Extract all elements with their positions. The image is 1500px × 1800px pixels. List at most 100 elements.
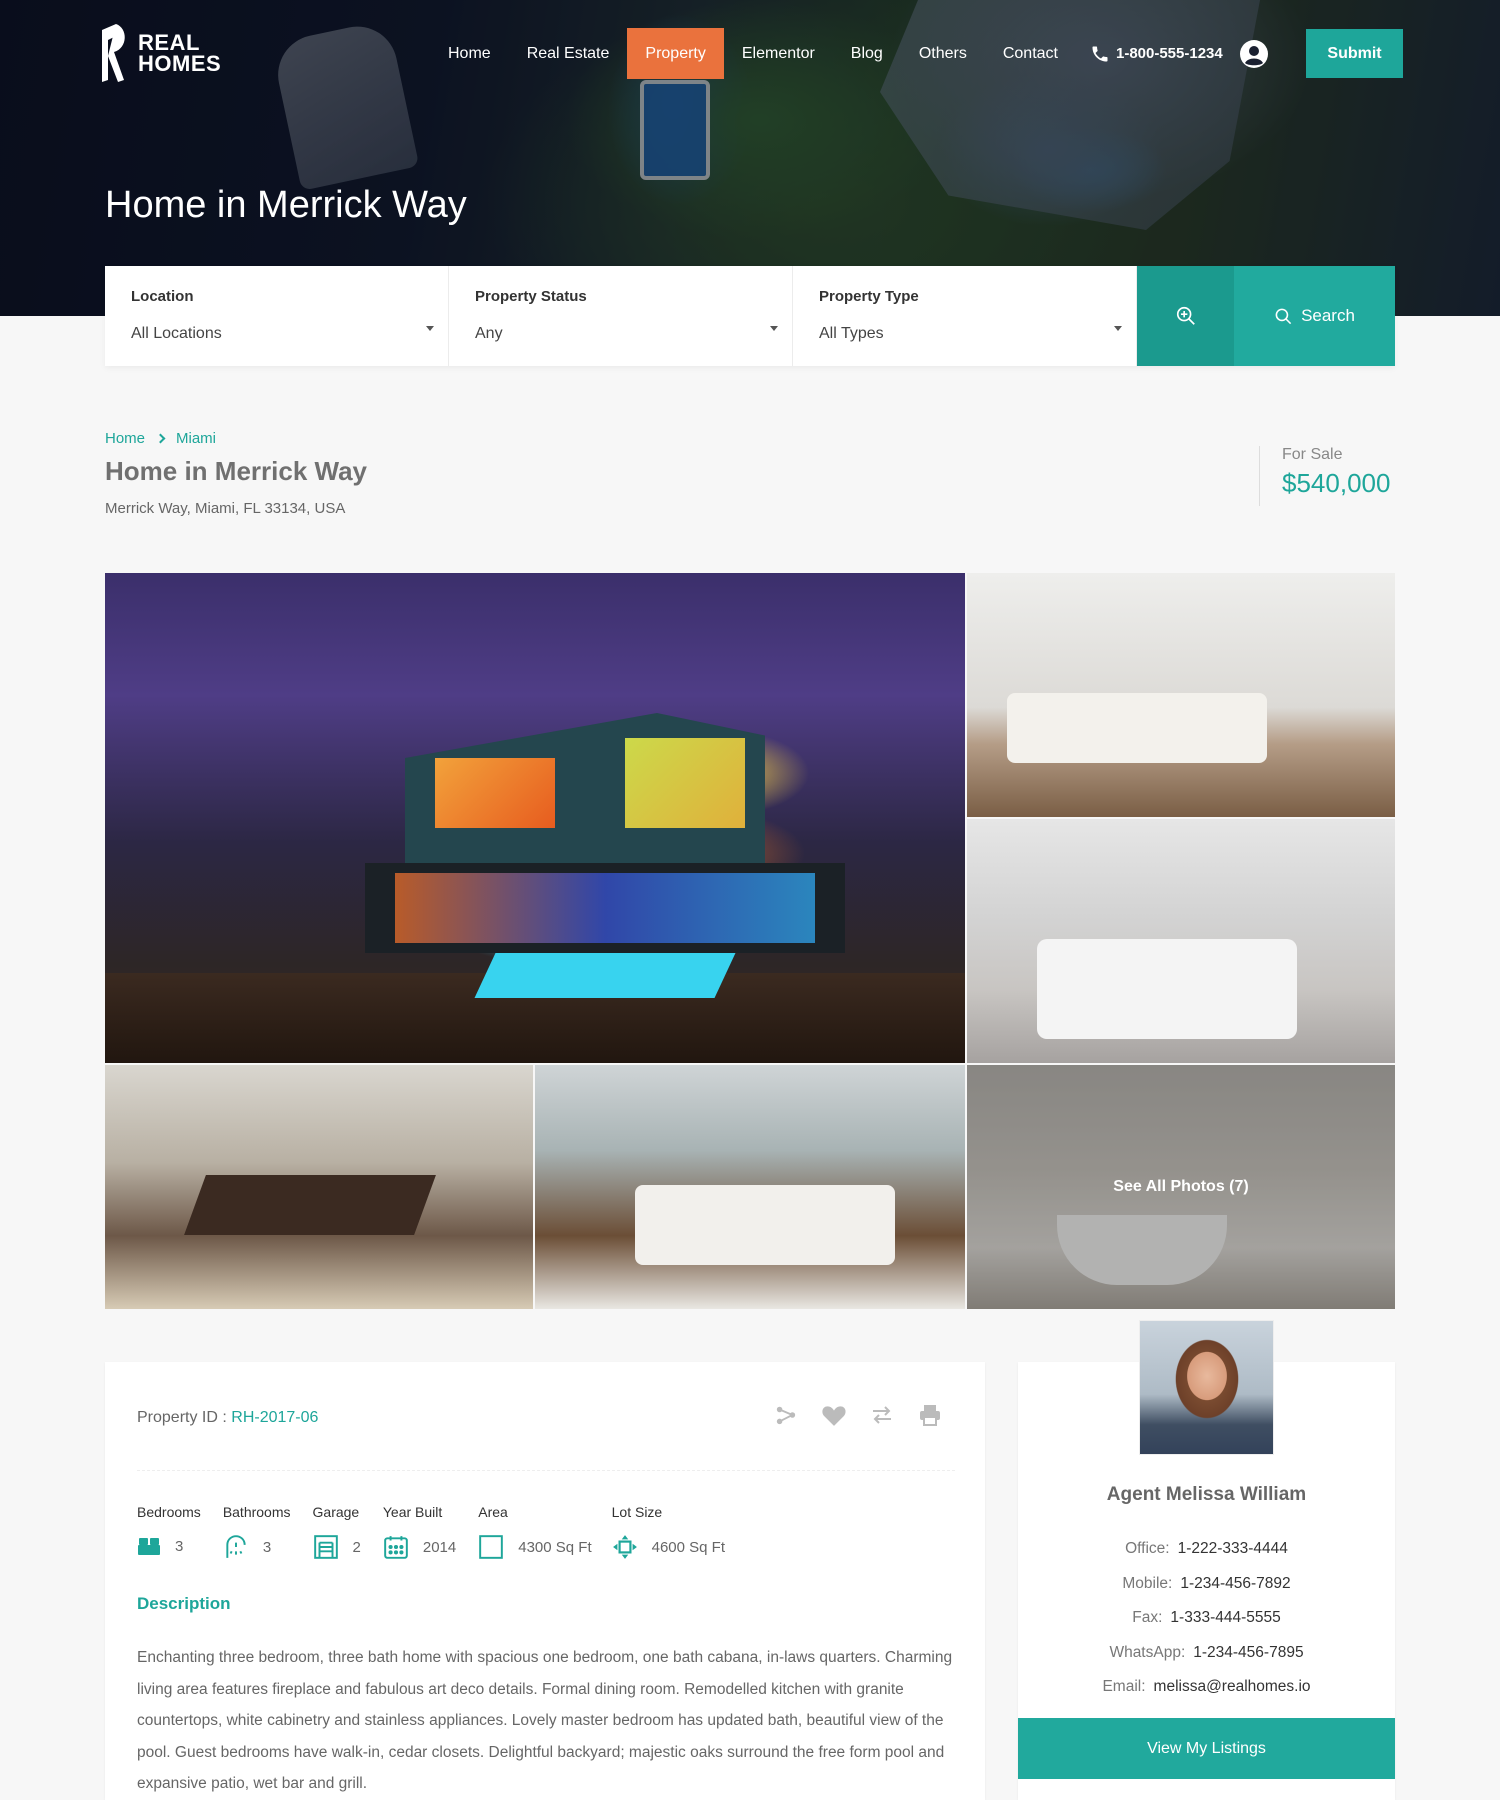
location-value: All Locations: [131, 325, 222, 342]
feature-bedrooms: Bedrooms 3: [137, 1504, 201, 1560]
feature-value: 4600 Sq Ft: [651, 1538, 726, 1556]
hero-title: Home in Merrick Way: [105, 184, 467, 226]
property-features: Bedrooms 3 Bathrooms 3 Garage 2 Year Bui…: [137, 1504, 747, 1560]
divider: [137, 1470, 955, 1471]
gallery-photo-dining[interactable]: [105, 1065, 533, 1309]
gallery-photo-guest-bedroom[interactable]: [535, 1065, 965, 1309]
garage-icon: [313, 1535, 338, 1559]
nav-others[interactable]: Others: [901, 28, 985, 79]
feature-value: 3: [262, 1538, 272, 1556]
agent-avatar[interactable]: [1139, 1320, 1274, 1455]
zoom-in-icon: [1176, 306, 1195, 325]
agent-whatsapp-label: WhatsApp:: [1109, 1643, 1186, 1661]
property-type-select[interactable]: Property Type All Types: [793, 266, 1137, 366]
feature-garage: Garage 2: [313, 1504, 361, 1560]
compare-icon: [873, 1406, 891, 1424]
feature-value: 2014: [422, 1538, 457, 1556]
gallery-photo-bathroom[interactable]: See All Photos (7): [967, 1065, 1395, 1309]
agent-mobile-label: Mobile:: [1122, 1574, 1173, 1592]
agent-name[interactable]: Agent Melissa William: [1018, 1484, 1395, 1506]
property-type-value: All Types: [819, 325, 884, 342]
area-icon: [479, 1535, 504, 1559]
chevron-down-icon: [1114, 326, 1122, 331]
location-select[interactable]: Location All Locations: [105, 266, 449, 366]
breadcrumb-miami[interactable]: Miami: [176, 430, 216, 447]
description-heading: Description: [137, 1594, 231, 1613]
print-icon: [920, 1405, 940, 1426]
property-details-card: Property ID : RH-2017-06 Bedrooms 3 Bath…: [105, 1362, 985, 1800]
feature-value: 3: [175, 1537, 184, 1555]
favorite-button[interactable]: [821, 1402, 847, 1428]
site-logo[interactable]: REAL HOMES: [98, 22, 221, 84]
property-type-label: Property Type: [819, 288, 919, 305]
submit-property-button[interactable]: Submit: [1306, 29, 1403, 78]
bed-shape: [635, 1185, 895, 1265]
property-status-select[interactable]: Property Status Any: [449, 266, 793, 366]
agent-email-address[interactable]: melissa@realhomes.io: [1154, 1678, 1311, 1695]
nav-elementor[interactable]: Elementor: [724, 28, 833, 79]
user-account-icon[interactable]: [1239, 39, 1269, 69]
property-status-badge: For Sale: [1282, 446, 1343, 463]
feature-label: Garage: [312, 1504, 360, 1520]
feature-label: Area: [478, 1504, 508, 1520]
gallery-photo-living-room[interactable]: [967, 573, 1395, 817]
chevron-right-icon: [155, 433, 166, 444]
description-text: Enchanting three bedroom, three bath hom…: [137, 1649, 953, 1792]
logo-line-2: HOMES: [138, 51, 222, 76]
search-button[interactable]: Search: [1234, 266, 1395, 366]
photo-gallery: See All Photos (7): [105, 573, 1395, 1309]
share-button[interactable]: [773, 1402, 799, 1428]
gallery-photo-exterior[interactable]: [105, 573, 965, 1063]
property-id-label: Property ID :: [137, 1409, 227, 1426]
agent-mobile-number[interactable]: 1-234-456-7892: [1180, 1575, 1290, 1592]
calendar-icon: [384, 1536, 408, 1559]
header-phone-number: 1-800-555-1234: [1115, 45, 1223, 62]
search-button-label: Search: [1301, 306, 1355, 325]
view-my-listings-button[interactable]: View My Listings: [1018, 1718, 1395, 1779]
property-address: Merrick Way, Miami, FL 33134, USA: [105, 500, 346, 517]
compare-button[interactable]: [869, 1402, 895, 1428]
feature-area: Area 4300 Sq Ft: [478, 1504, 592, 1560]
feature-label: Lot Size: [611, 1504, 663, 1520]
see-all-photos-link[interactable]: See All Photos (7): [967, 1065, 1395, 1309]
agent-fax: Fax: 1-333-444-5555: [1018, 1601, 1395, 1636]
property-title: Home in Merrick Way: [105, 456, 368, 486]
property-price: $540,000: [1282, 468, 1391, 498]
print-button[interactable]: [917, 1402, 943, 1428]
agent-office-label: Office:: [1125, 1540, 1170, 1557]
feature-lot-size: Lot Size 4600 Sq Ft: [612, 1504, 725, 1560]
nav-blog[interactable]: Blog: [833, 28, 901, 79]
phone-icon: [1092, 46, 1108, 61]
main-nav: Home Real Estate Property Elementor Blog…: [430, 28, 1269, 79]
nav-property[interactable]: Property: [627, 28, 724, 79]
property-id: Property ID : RH-2017-06: [137, 1409, 318, 1427]
agent-fax-label: Fax:: [1132, 1609, 1163, 1626]
property-id-value: RH-2017-06: [231, 1409, 319, 1426]
feature-label: Year Built: [382, 1504, 443, 1520]
property-status-label: Property Status: [475, 288, 587, 305]
house-pool: [474, 953, 736, 998]
breadcrumb: Home Miami: [105, 430, 216, 447]
breadcrumb-home[interactable]: Home: [105, 430, 145, 447]
nav-contact[interactable]: Contact: [985, 28, 1076, 79]
house-interior-lights: [395, 873, 815, 943]
agent-whatsapp-number[interactable]: 1-234-456-7895: [1193, 1644, 1303, 1661]
location-label: Location: [131, 288, 194, 305]
table-shape: [184, 1175, 436, 1235]
nav-home[interactable]: Home: [430, 28, 509, 79]
share-icon: [776, 1406, 796, 1425]
advanced-search-button[interactable]: [1137, 266, 1234, 366]
search-icon: [1275, 308, 1292, 324]
agent-office-number[interactable]: 1-222-333-4444: [1178, 1540, 1288, 1557]
gallery-photo-bedroom[interactable]: [967, 819, 1395, 1063]
feature-label: Bedrooms: [137, 1504, 201, 1520]
bed-icon: [138, 1538, 160, 1555]
nav-real-estate[interactable]: Real Estate: [509, 28, 628, 79]
header-phone[interactable]: 1-800-555-1234: [1090, 44, 1223, 64]
agent-mobile: Mobile: 1-234-456-7892: [1018, 1567, 1395, 1602]
sofa-shape: [1007, 693, 1267, 763]
property-status-value: Any: [475, 325, 503, 342]
lot-size-icon: [612, 1535, 637, 1559]
feature-year-built: Year Built 2014: [383, 1504, 456, 1560]
feature-value: 4300 Sq Ft: [518, 1538, 592, 1556]
